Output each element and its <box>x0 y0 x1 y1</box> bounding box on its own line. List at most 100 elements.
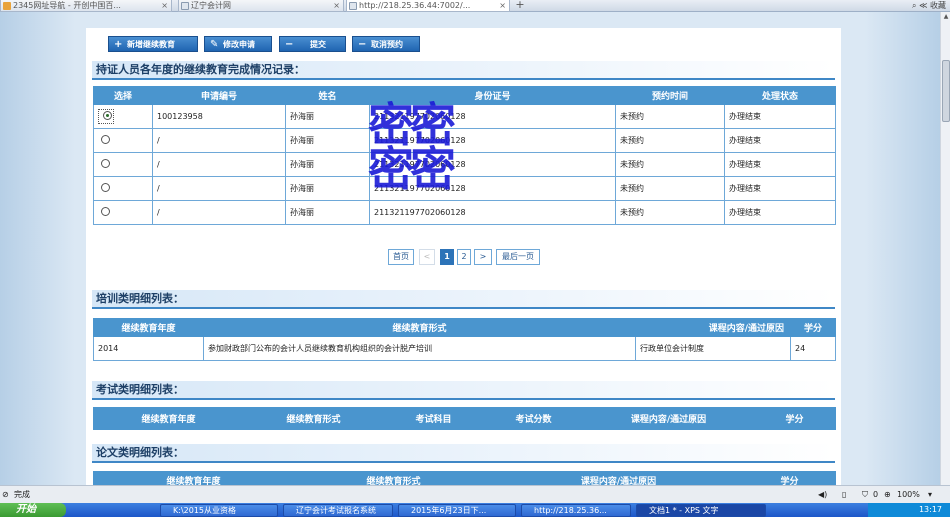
booking-time: 未预约 <box>615 104 725 129</box>
new-tab-button[interactable]: + <box>512 0 528 12</box>
browser-tab[interactable]: 2345网址导航 - 开创中国百... × <box>0 0 172 12</box>
taskbar-item[interactable]: 文档1 * - XPS 文字 <box>636 504 766 517</box>
course-content: 行政单位会计制度 <box>635 336 791 361</box>
submit-button[interactable]: − 提交 <box>279 36 346 52</box>
browser-nav-right[interactable]: ⌕ ≪ 收藏 <box>912 0 946 11</box>
tab-label: http://218.25.36.44:7002/... <box>359 1 471 10</box>
application-id: / <box>152 152 286 177</box>
shield-icon[interactable]: ⛉ <box>862 486 868 503</box>
column-header: 选择 <box>93 86 153 105</box>
person-name: 孙海丽 <box>285 128 370 153</box>
system-tray: 13:17 <box>868 503 950 517</box>
page-icon <box>3 2 11 10</box>
start-button[interactable]: 开始 <box>0 503 66 517</box>
exam-section-title: 考试类明细列表： <box>92 381 835 399</box>
close-icon[interactable]: × <box>161 0 168 11</box>
select-radio[interactable] <box>101 159 110 168</box>
minus-icon: − <box>285 39 294 50</box>
process-status: 办理结束 <box>724 128 836 153</box>
zoom-icon[interactable]: ⊕ <box>884 486 891 503</box>
column-header: 继续教育形式 <box>203 318 636 337</box>
records-section-title: 持证人员各年度的继续教育完成情况记录： <box>92 61 835 79</box>
education-year: 2014 <box>93 336 204 361</box>
edit-request-button[interactable]: ✎ 修改申请 <box>204 36 272 52</box>
taskbar-item[interactable]: 2015年6月23日下... <box>398 504 516 517</box>
process-status: 办理结束 <box>724 176 836 201</box>
table-header-row: 继续教育年度 继续教育形式 考试科目 考试分数 课程内容/通过原因 学分 <box>93 407 836 430</box>
education-form: 参加财政部门公布的会计人员继续教育机构组织的会计脱产培训 <box>203 336 636 361</box>
column-header: 继续教育年度 <box>93 407 244 430</box>
table-row[interactable]: / 孙海丽 211321197702060128 未预约 办理结束 <box>93 176 836 201</box>
column-header: 身份证号 <box>369 86 616 105</box>
protect-count: 0 <box>873 490 879 499</box>
booking-time: 未预约 <box>615 176 725 201</box>
table-header-row: 继续教育年度 继续教育形式 课程内容/通过原因 学分 <box>93 318 836 337</box>
next-page-button[interactable]: > <box>474 249 492 265</box>
scroll-up-icon[interactable]: ▲ <box>942 13 950 21</box>
first-page-button[interactable]: 首页 <box>388 249 414 265</box>
taskbar-item[interactable]: 辽宁会计考试报名系统 <box>283 504 393 517</box>
tab-label: 2345网址导航 - 开创中国百... <box>13 1 121 10</box>
select-radio[interactable] <box>101 135 110 144</box>
page-1-button[interactable]: 1 <box>440 249 454 265</box>
select-radio[interactable] <box>101 183 110 192</box>
section-divider <box>92 78 835 80</box>
taskbar-item[interactable]: K:\2015从业资格 <box>160 504 278 517</box>
column-header: 继续教育形式 <box>243 407 384 430</box>
taskbar-item[interactable]: http://218.25.36... <box>521 504 631 517</box>
table-row: 2014 参加财政部门公布的会计人员继续教育机构组织的会计脱产培训 行政单位会计… <box>93 336 836 361</box>
column-header: 申请编号 <box>152 86 286 105</box>
add-education-button[interactable]: + 新增继续教育 <box>108 36 198 52</box>
person-name: 孙海丽 <box>285 104 370 129</box>
booking-time: 未预约 <box>615 152 725 177</box>
last-page-button[interactable]: 最后一页 <box>496 249 540 265</box>
clock[interactable]: 13:17 <box>919 505 942 514</box>
records-table: 选择 申请编号 姓名 身份证号 预约时间 处理状态 100123958 孙海丽 … <box>93 86 836 225</box>
favorites-icon[interactable]: ≪ <box>919 1 927 10</box>
close-icon[interactable]: × <box>499 0 506 11</box>
person-name: 孙海丽 <box>285 152 370 177</box>
favorites-label[interactable]: 收藏 <box>930 1 946 10</box>
cancel-booking-button[interactable]: − 取消预约 <box>352 36 420 52</box>
application-id: / <box>152 200 286 225</box>
tab-label: 辽宁会计网 <box>191 1 231 10</box>
section-divider <box>92 398 835 400</box>
page-2-button[interactable]: 2 <box>457 249 471 265</box>
browser-tab-bar: 2345网址导航 - 开创中国百... × 辽宁会计网 × http://218… <box>0 0 950 12</box>
table-row[interactable]: / 孙海丽 211321197702060128 未预约 办理结束 <box>93 128 836 153</box>
column-header: 继续教育年度 <box>93 318 204 337</box>
process-status: 办理结束 <box>724 104 836 129</box>
browser-tab-active[interactable]: http://218.25.36.44:7002/... × <box>346 0 510 12</box>
application-id: / <box>152 176 286 201</box>
table-row[interactable]: / 孙海丽 211321197702060128 未预约 办理结束 <box>93 152 836 177</box>
speaker-icon[interactable]: ◀) <box>818 486 827 503</box>
table-header-row: 选择 申请编号 姓名 身份证号 预约时间 处理状态 <box>93 86 836 105</box>
table-row[interactable]: 100123958 孙海丽 211321197702060128 未预约 办理结… <box>93 104 836 129</box>
chevron-down-icon[interactable]: ▾ <box>928 486 932 503</box>
zoom-level[interactable]: 100% <box>897 486 920 503</box>
page-icon <box>349 2 357 10</box>
training-section-title: 培训类明细列表： <box>92 290 835 308</box>
person-name: 孙海丽 <box>285 200 370 225</box>
table-row[interactable]: / 孙海丽 211321197702060128 未预约 办理结束 <box>93 200 836 225</box>
select-radio[interactable] <box>101 207 110 216</box>
column-header: 课程内容/通过原因 <box>583 407 754 430</box>
column-header: 预约时间 <box>615 86 725 105</box>
prev-page-button[interactable]: < <box>419 249 435 265</box>
done-icon: ⊘ <box>2 490 9 499</box>
person-name: 孙海丽 <box>285 176 370 201</box>
column-header: 考试科目 <box>383 407 484 430</box>
search-icon[interactable]: ⌕ <box>912 1 916 10</box>
windows-taskbar: 开始 K:\2015从业资格 辽宁会计考试报名系统 2015年6月23日下...… <box>0 503 950 517</box>
id-number: 211321197702060128 <box>369 104 616 129</box>
browser-status-bar: ⊘ 完成 ◀) ▯ ⛉ 0 ⊕ 100% ▾ <box>0 485 950 503</box>
select-radio[interactable] <box>103 111 112 120</box>
vertical-scrollbar[interactable]: ▲ <box>940 12 950 485</box>
process-status: 办理结束 <box>724 152 836 177</box>
scroll-thumb[interactable] <box>942 60 950 122</box>
browser-tab[interactable]: 辽宁会计网 × <box>178 0 344 12</box>
booking-time: 未预约 <box>615 128 725 153</box>
column-header: 课程内容/通过原因 <box>635 318 791 337</box>
id-number: 211321197702060128 <box>369 152 616 177</box>
close-icon[interactable]: × <box>333 0 340 11</box>
